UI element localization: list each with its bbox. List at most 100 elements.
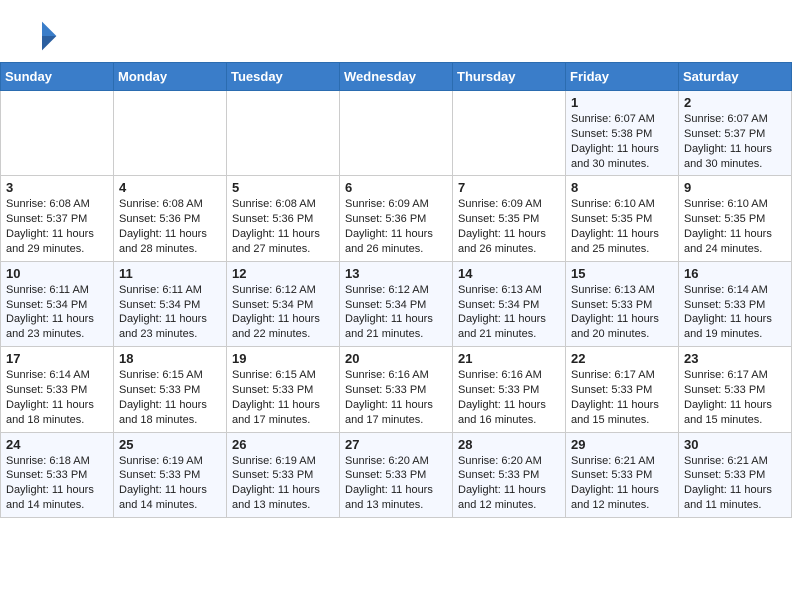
day-number: 22 xyxy=(571,351,673,366)
cell-content: Sunrise: 6:12 AMSunset: 5:34 PMDaylight:… xyxy=(345,283,447,342)
day-number: 8 xyxy=(571,180,673,195)
cell-content: Sunrise: 6:13 AMSunset: 5:33 PMDaylight:… xyxy=(571,283,673,342)
day-number: 9 xyxy=(684,180,786,195)
cell-content: Sunrise: 6:09 AMSunset: 5:36 PMDaylight:… xyxy=(345,197,447,256)
calendar-cell: 1 Sunrise: 6:07 AMSunset: 5:38 PMDaylight… xyxy=(566,91,679,176)
calendar-cell: 12 Sunrise: 6:12 AMSunset: 5:34 PMDayligh… xyxy=(227,261,340,346)
day-number: 11 xyxy=(119,266,221,281)
day-number: 12 xyxy=(232,266,334,281)
day-number: 2 xyxy=(684,95,786,110)
calendar-cell: 5 Sunrise: 6:08 AMSunset: 5:36 PMDaylight… xyxy=(227,176,340,261)
week-row: 24 Sunrise: 6:18 AMSunset: 5:33 PMDayligh… xyxy=(1,432,792,517)
calendar-cell: 20Sunrise: 6:16 AMSunset: 5:33 PMDayligh… xyxy=(340,347,453,432)
weekday-header: Monday xyxy=(114,63,227,91)
cell-content: Sunrise: 6:19 AMSunset: 5:33 PMDaylight:… xyxy=(119,454,221,513)
day-number: 18 xyxy=(119,351,221,366)
day-number: 24 xyxy=(6,437,108,452)
day-number: 10 xyxy=(6,266,108,281)
day-number: 16 xyxy=(684,266,786,281)
calendar-cell: 19Sunrise: 6:15 AMSunset: 5:33 PMDayligh… xyxy=(227,347,340,432)
day-number: 14 xyxy=(458,266,560,281)
logo-icon xyxy=(24,18,60,54)
calendar-cell: 11 Sunrise: 6:11 AMSunset: 5:34 PMDayligh… xyxy=(114,261,227,346)
cell-content: Sunrise: 6:21 AMSunset: 5:33 PMDaylight:… xyxy=(684,454,786,513)
calendar-wrap: SundayMondayTuesdayWednesdayThursdayFrid… xyxy=(0,62,792,518)
cell-content: Sunrise: 6:08 AMSunset: 5:37 PMDaylight:… xyxy=(6,197,108,256)
cell-content: Sunrise: 6:07 AMSunset: 5:38 PMDaylight:… xyxy=(571,112,673,171)
cell-content: Sunrise: 6:15 AMSunset: 5:33 PMDaylight:… xyxy=(232,368,334,427)
cell-content: Sunrise: 6:16 AMSunset: 5:33 PMDaylight:… xyxy=(458,368,560,427)
calendar-cell: 6Sunrise: 6:09 AMSunset: 5:36 PMDaylight… xyxy=(340,176,453,261)
calendar-cell xyxy=(1,91,114,176)
day-number: 15 xyxy=(571,266,673,281)
calendar-cell: 28 Sunrise: 6:20 AMSunset: 5:33 PMDayligh… xyxy=(453,432,566,517)
calendar-cell: 8 Sunrise: 6:10 AMSunset: 5:35 PMDaylight… xyxy=(566,176,679,261)
day-number: 23 xyxy=(684,351,786,366)
cell-content: Sunrise: 6:10 AMSunset: 5:35 PMDaylight:… xyxy=(571,197,673,256)
calendar-cell: 25 Sunrise: 6:19 AMSunset: 5:33 PMDayligh… xyxy=(114,432,227,517)
day-number: 13 xyxy=(345,266,447,281)
cell-content: Sunrise: 6:18 AMSunset: 5:33 PMDaylight:… xyxy=(6,454,108,513)
calendar-cell: 27 Sunrise: 6:20 AMSunset: 5:33 PMDayligh… xyxy=(340,432,453,517)
cell-content: Sunrise: 6:11 AMSunset: 5:34 PMDaylight:… xyxy=(6,283,108,342)
calendar-cell: 15 Sunrise: 6:13 AMSunset: 5:33 PMDayligh… xyxy=(566,261,679,346)
day-number: 17 xyxy=(6,351,108,366)
cell-content: Sunrise: 6:20 AMSunset: 5:33 PMDaylight:… xyxy=(458,454,560,513)
calendar-cell: 16 Sunrise: 6:14 AMSunset: 5:33 PMDayligh… xyxy=(679,261,792,346)
week-row: 3 Sunrise: 6:08 AMSunset: 5:37 PMDaylight… xyxy=(1,176,792,261)
cell-content: Sunrise: 6:15 AMSunset: 5:33 PMDaylight:… xyxy=(119,368,221,427)
calendar-cell: 24 Sunrise: 6:18 AMSunset: 5:33 PMDayligh… xyxy=(1,432,114,517)
calendar-cell: 17 Sunrise: 6:14 AMSunset: 5:33 PMDayligh… xyxy=(1,347,114,432)
calendar-cell: 26Sunrise: 6:19 AMSunset: 5:33 PMDayligh… xyxy=(227,432,340,517)
calendar-cell: 21Sunrise: 6:16 AMSunset: 5:33 PMDayligh… xyxy=(453,347,566,432)
cell-content: Sunrise: 6:10 AMSunset: 5:35 PMDaylight:… xyxy=(684,197,786,256)
weekday-header: Tuesday xyxy=(227,63,340,91)
calendar-cell: 22 Sunrise: 6:17 AMSunset: 5:33 PMDayligh… xyxy=(566,347,679,432)
calendar-table: SundayMondayTuesdayWednesdayThursdayFrid… xyxy=(0,62,792,518)
calendar-cell: 18 Sunrise: 6:15 AMSunset: 5:33 PMDayligh… xyxy=(114,347,227,432)
cell-content: Sunrise: 6:17 AMSunset: 5:33 PMDaylight:… xyxy=(571,368,673,427)
cell-content: Sunrise: 6:16 AMSunset: 5:33 PMDaylight:… xyxy=(345,368,447,427)
calendar-cell: 2 Sunrise: 6:07 AMSunset: 5:37 PMDaylight… xyxy=(679,91,792,176)
calendar-body: 1 Sunrise: 6:07 AMSunset: 5:38 PMDaylight… xyxy=(1,91,792,518)
cell-content: Sunrise: 6:17 AMSunset: 5:33 PMDaylight:… xyxy=(684,368,786,427)
calendar-cell: 30 Sunrise: 6:21 AMSunset: 5:33 PMDayligh… xyxy=(679,432,792,517)
day-number: 1 xyxy=(571,95,673,110)
calendar-cell: 7 Sunrise: 6:09 AMSunset: 5:35 PMDaylight… xyxy=(453,176,566,261)
day-number: 30 xyxy=(684,437,786,452)
cell-content: Sunrise: 6:20 AMSunset: 5:33 PMDaylight:… xyxy=(345,454,447,513)
day-number: 7 xyxy=(458,180,560,195)
cell-content: Sunrise: 6:07 AMSunset: 5:37 PMDaylight:… xyxy=(684,112,786,171)
weekday-header: Thursday xyxy=(453,63,566,91)
day-number: 4 xyxy=(119,180,221,195)
day-number: 5 xyxy=(232,180,334,195)
cell-content: Sunrise: 6:14 AMSunset: 5:33 PMDaylight:… xyxy=(6,368,108,427)
cell-content: Sunrise: 6:09 AMSunset: 5:35 PMDaylight:… xyxy=(458,197,560,256)
cell-content: Sunrise: 6:21 AMSunset: 5:33 PMDaylight:… xyxy=(571,454,673,513)
day-number: 25 xyxy=(119,437,221,452)
calendar-cell: 13 Sunrise: 6:12 AMSunset: 5:34 PMDayligh… xyxy=(340,261,453,346)
cell-content: Sunrise: 6:11 AMSunset: 5:34 PMDaylight:… xyxy=(119,283,221,342)
cell-content: Sunrise: 6:08 AMSunset: 5:36 PMDaylight:… xyxy=(232,197,334,256)
calendar-cell: 14 Sunrise: 6:13 AMSunset: 5:34 PMDayligh… xyxy=(453,261,566,346)
week-row: 1 Sunrise: 6:07 AMSunset: 5:38 PMDaylight… xyxy=(1,91,792,176)
week-row: 17 Sunrise: 6:14 AMSunset: 5:33 PMDayligh… xyxy=(1,347,792,432)
calendar-cell: 29 Sunrise: 6:21 AMSunset: 5:33 PMDayligh… xyxy=(566,432,679,517)
day-number: 28 xyxy=(458,437,560,452)
calendar-cell: 9 Sunrise: 6:10 AMSunset: 5:35 PMDaylight… xyxy=(679,176,792,261)
day-number: 27 xyxy=(345,437,447,452)
cell-content: Sunrise: 6:14 AMSunset: 5:33 PMDaylight:… xyxy=(684,283,786,342)
calendar-cell xyxy=(114,91,227,176)
calendar-cell xyxy=(227,91,340,176)
weekday-header: Sunday xyxy=(1,63,114,91)
calendar-cell xyxy=(453,91,566,176)
cell-content: Sunrise: 6:12 AMSunset: 5:34 PMDaylight:… xyxy=(232,283,334,342)
calendar-header: SundayMondayTuesdayWednesdayThursdayFrid… xyxy=(1,63,792,91)
calendar-cell: 10 Sunrise: 6:11 AMSunset: 5:34 PMDayligh… xyxy=(1,261,114,346)
day-number: 29 xyxy=(571,437,673,452)
day-number: 3 xyxy=(6,180,108,195)
cell-content: Sunrise: 6:13 AMSunset: 5:34 PMDaylight:… xyxy=(458,283,560,342)
cell-content: Sunrise: 6:19 AMSunset: 5:33 PMDaylight:… xyxy=(232,454,334,513)
week-row: 10 Sunrise: 6:11 AMSunset: 5:34 PMDayligh… xyxy=(1,261,792,346)
calendar-cell: 4Sunrise: 6:08 AMSunset: 5:36 PMDaylight… xyxy=(114,176,227,261)
